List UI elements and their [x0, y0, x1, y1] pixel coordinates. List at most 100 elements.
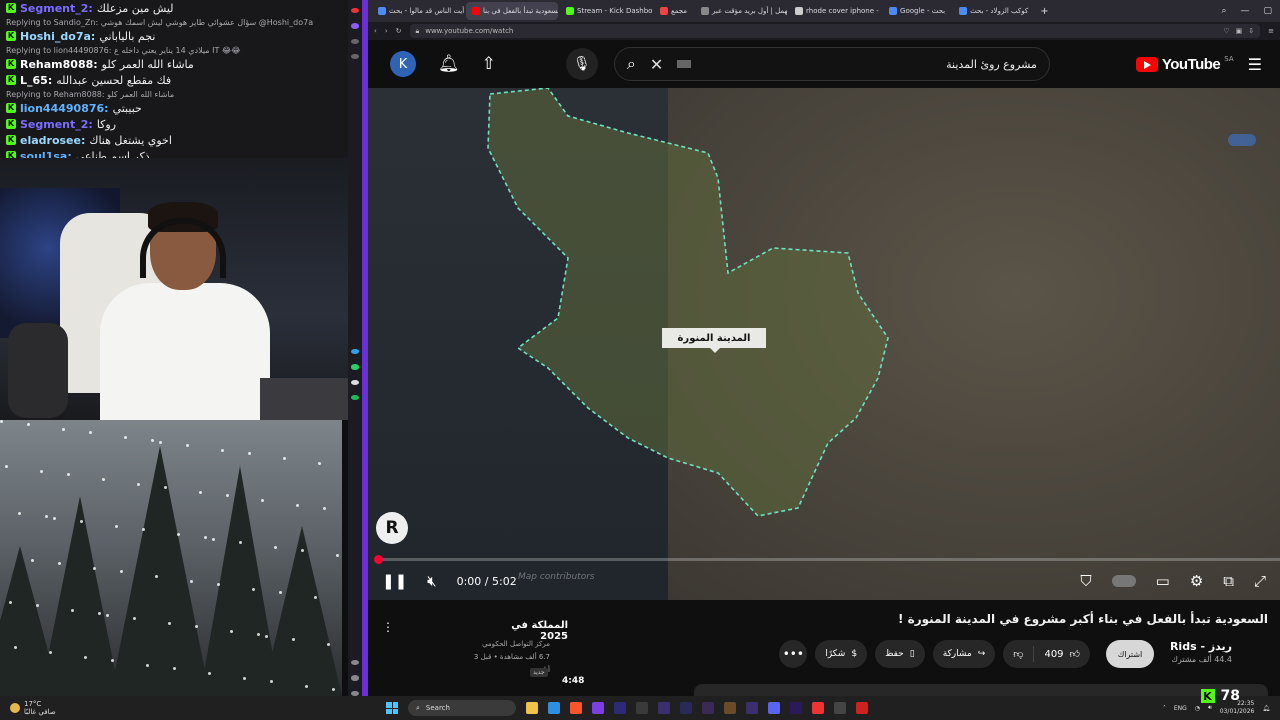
whatsapp-icon[interactable]: [351, 364, 359, 370]
start-windows-icon[interactable]: [386, 702, 398, 714]
shield-icon[interactable]: ⛉: [1080, 572, 1091, 590]
notification-bell-icon[interactable]: 🔔︎: [1262, 705, 1270, 712]
photoshop-icon[interactable]: [614, 702, 626, 714]
pause-icon[interactable]: ❚❚: [382, 572, 407, 590]
brave-icon[interactable]: [570, 702, 582, 714]
history-icon[interactable]: [351, 675, 359, 681]
chat-username[interactable]: soul1sa:: [20, 150, 72, 159]
opera-icon[interactable]: [812, 702, 824, 714]
browser-tab[interactable]: rhode cover iphone - بحث: [789, 2, 881, 20]
keyboard-icon[interactable]: [677, 60, 692, 68]
record-icon[interactable]: [856, 702, 868, 714]
channel-watermark[interactable]: R: [376, 512, 408, 544]
chat-username[interactable]: Segment_2:: [20, 118, 93, 131]
chat-username[interactable]: lion44490876:: [20, 102, 109, 115]
vscode-icon[interactable]: [548, 702, 560, 714]
opera-icon[interactable]: [351, 8, 359, 14]
spotify-icon[interactable]: [351, 394, 359, 401]
language-indicator[interactable]: ENG: [1174, 705, 1187, 712]
browser-tab[interactable]: رأيت الناس قد مالوا - بحث: [372, 2, 464, 20]
maximize-icon[interactable]: ▢: [1263, 6, 1272, 16]
pine-tree: [110, 446, 210, 696]
description-box[interactable]: [694, 684, 1268, 696]
save-button[interactable]: حفظ ▯: [875, 640, 925, 668]
bookmark-icon[interactable]: ♡: [1223, 27, 1229, 35]
sidebar-app-icon[interactable]: [351, 38, 359, 44]
youtube-logo[interactable]: YouTube SA: [1135, 55, 1234, 73]
settings-gear-icon[interactable]: ⚙: [1190, 572, 1203, 590]
sidebar-app-icon[interactable]: [351, 53, 359, 60]
wifi-icon[interactable]: ◔: [1195, 705, 1200, 712]
autoplay-toggle[interactable]: [1111, 575, 1136, 587]
chat-username[interactable]: eladrosee:: [20, 134, 85, 147]
download-icon[interactable]: ⇩: [1248, 27, 1254, 35]
back-icon[interactable]: ‹: [374, 27, 377, 35]
miniplayer-icon[interactable]: ⧉: [1223, 572, 1234, 590]
mute-icon[interactable]: 🔇︎: [427, 572, 436, 590]
chat-username[interactable]: Hoshi_do7a:: [20, 30, 95, 43]
video-player[interactable]: المدينة المنورة R Map contributors ❚❚ 🔇︎…: [368, 88, 1280, 600]
overlay-toggle[interactable]: [1228, 134, 1256, 146]
browser-tab[interactable]: Stream - Kick Dashboard: [560, 2, 652, 20]
hamburger-menu-icon[interactable]: ☰: [1248, 55, 1262, 74]
channel-name[interactable]: ريدز - Rids: [1170, 640, 1232, 653]
browser-tab[interactable]: السعودية تبدأ بالفعل في بنا: [466, 2, 558, 20]
channel-info[interactable]: ريدز - Rids 44.4 ألف مشترك: [1170, 640, 1232, 664]
notifications-bell-icon[interactable]: 🔔︎: [438, 54, 460, 74]
dislike-button[interactable]: 👎︎: [1003, 640, 1033, 668]
visual-studio-icon[interactable]: [592, 702, 604, 714]
thanks-button[interactable]: شكرًا $: [815, 640, 868, 668]
forward-icon[interactable]: ›: [385, 27, 388, 35]
chat-username[interactable]: Reham8088:: [20, 58, 98, 71]
search-icon[interactable]: ⌕: [1221, 6, 1226, 16]
address-bar[interactable]: 🔒︎ www.youtube.com/watch ♡ ▣ ⇩: [409, 24, 1261, 38]
heart-icon[interactable]: [351, 660, 359, 666]
taskbar-search[interactable]: ⌕ Search: [408, 700, 516, 716]
subtitles-icon[interactable]: ▭: [1156, 572, 1170, 590]
related-video[interactable]: ⋮ المملكة في 2025 مركز التواصل الحكومي 6…: [368, 600, 584, 696]
upload-icon[interactable]: ⇧: [482, 54, 496, 74]
progress-scrubber[interactable]: [374, 555, 383, 564]
x-icon[interactable]: [351, 379, 359, 385]
browser-tab[interactable]: كوكب الزولاد - بحث: [953, 2, 1034, 20]
new-tab-button[interactable]: +: [1040, 6, 1048, 17]
media-encoder-icon[interactable]: [702, 702, 714, 714]
more-vert-icon[interactable]: ⋮: [382, 620, 394, 634]
search-icon[interactable]: ⌕: [627, 54, 636, 74]
messenger-icon[interactable]: [351, 349, 359, 355]
account-avatar[interactable]: K: [390, 51, 416, 77]
share-button[interactable]: مشاركة ↪: [932, 640, 996, 668]
menu-icon[interactable]: ≡: [1268, 27, 1274, 35]
tray-chevron-icon[interactable]: ˄: [1163, 705, 1166, 712]
file-explorer-icon[interactable]: [526, 702, 538, 714]
audition-icon[interactable]: [746, 702, 758, 714]
snowflake: [36, 604, 39, 607]
obs-icon[interactable]: [834, 702, 846, 714]
premiere-icon[interactable]: [790, 702, 802, 714]
browser-tab[interactable]: Google - بحث: [883, 2, 951, 20]
steam-icon[interactable]: [636, 702, 648, 714]
youtube-play-icon: [1135, 56, 1158, 72]
home-icon[interactable]: [351, 23, 359, 29]
weather-widget[interactable]: 17°C صافي غالبًا: [0, 700, 130, 716]
more-actions-button[interactable]: •••: [779, 640, 808, 668]
discord-icon[interactable]: [768, 702, 780, 714]
chat-username[interactable]: Segment_2:: [20, 2, 93, 15]
volume-icon[interactable]: 🔊︎: [1208, 704, 1212, 712]
reload-icon[interactable]: ↻: [396, 27, 402, 35]
browser-tab[interactable]: مهمل | أول بريد مؤقت عبر: [695, 2, 787, 20]
chat-username[interactable]: L_65:: [20, 74, 52, 87]
like-button[interactable]: 409 👍︎: [1034, 640, 1090, 668]
extension-icon[interactable]: ▣: [1236, 27, 1243, 35]
blender-icon[interactable]: [724, 702, 736, 714]
browser-tab[interactable]: مجمع: [654, 2, 693, 20]
progress-bar[interactable]: [378, 558, 1280, 561]
after-effects-icon[interactable]: [680, 702, 692, 714]
clear-search-icon[interactable]: ✕: [650, 55, 663, 74]
voice-search-icon[interactable]: 🎙︎: [565, 48, 598, 80]
search-input[interactable]: ⌕ ✕ مشروع روئ المدينة: [613, 47, 1050, 81]
minimize-icon[interactable]: —: [1240, 6, 1249, 16]
audition-icon[interactable]: [658, 702, 670, 714]
subscribe-button[interactable]: اشتراك: [1106, 640, 1154, 668]
fullscreen-icon[interactable]: ⤢: [1254, 572, 1266, 590]
